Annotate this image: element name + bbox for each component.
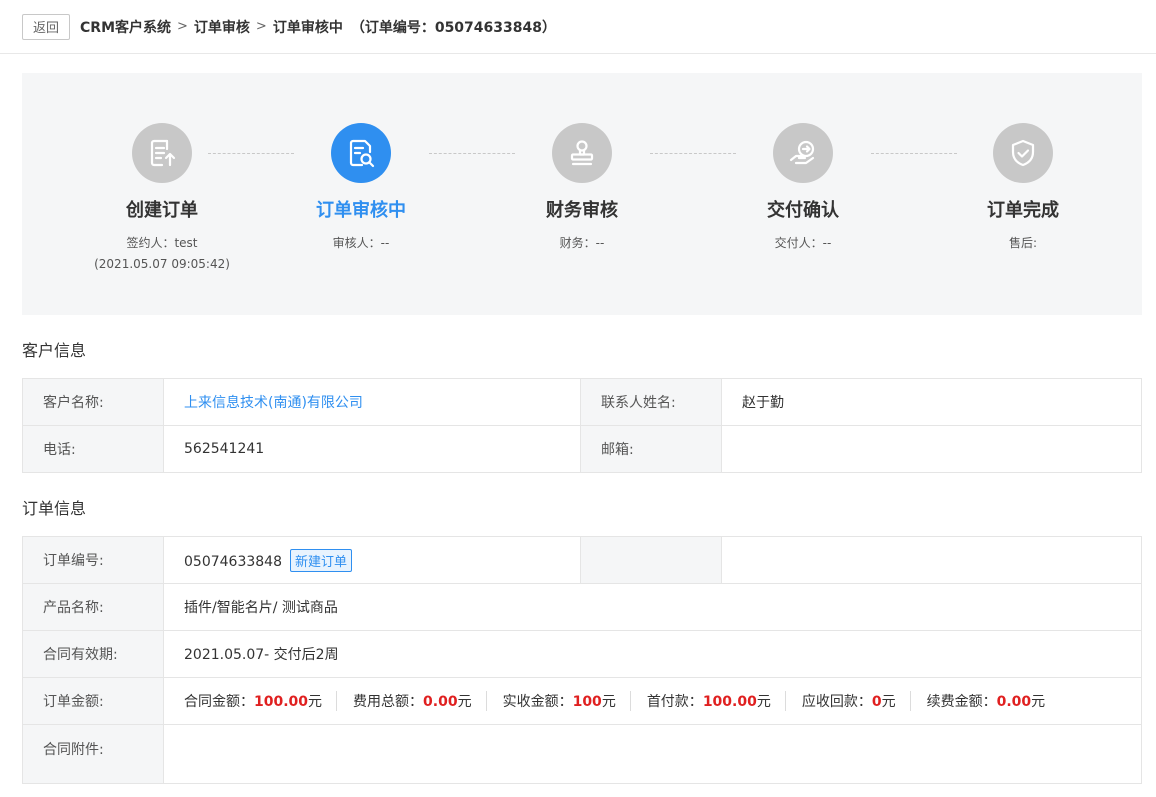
step-after-sales: 售后: [1008,236,1038,250]
order-number-value: 05074633848 [184,553,282,570]
amount-down-payment: 首付款：100.00元 [647,691,786,711]
order-section-title: 订单信息 [22,499,87,518]
table-row: 合同附件: [22,724,1142,784]
step-title: 交付确认 [767,200,839,221]
breadcrumb-order-number: （订单编号：05074633848） [350,19,556,36]
step-finance: 财务：-- [559,236,605,250]
empty-label-cell [580,536,722,584]
table-row: 产品名称: 插件/智能名片/ 测试商品 [22,583,1142,631]
contract-attachment-label: 合同附件: [22,724,164,784]
contact-name-value: 赵于勤 [721,378,1142,426]
breadcrumb-item-current: 订单审核中 [272,19,343,36]
document-search-icon [331,123,391,183]
step-create-order: 创建订单 签约人：test (2021.05.07 09:05:42) [77,123,247,275]
email-label: 邮箱: [580,425,722,473]
step-order-complete: 订单完成 售后: [938,123,1108,254]
step-title: 订单完成 [987,200,1059,221]
customer-name-label: 客户名称: [22,378,164,426]
order-info-table: 订单编号: 05074633848 新建订单 产品名称: 插件/智能名片/ 测试商… [22,536,1142,784]
table-row: 订单编号: 05074633848 新建订单 [22,536,1142,584]
product-name-value: 插件/智能名片/ 测试商品 [163,583,1142,631]
breadcrumb: CRM客户系统 > 订单审核 > 订单审核中 （订单编号：05074633848… [80,17,556,37]
amount-fee-total: 费用总额：0.00元 [353,691,487,711]
chevron-right-icon: > [255,19,267,34]
step-finance-review: 财务审核 财务：-- [497,123,667,254]
table-row: 客户名称: 上来信息技术(南通)有限公司 联系人姓名: 赵于勤 [22,378,1142,426]
email-value [721,425,1142,473]
step-title: 财务审核 [546,200,618,221]
order-number-label: 订单编号: [22,536,164,584]
phone-label: 电话: [22,425,164,473]
step-title: 订单审核中 [316,200,406,221]
empty-value-cell [721,536,1142,584]
step-reviewer: 审核人：-- [332,236,390,250]
hand-transfer-icon [773,123,833,183]
contract-validity-label: 合同有效期: [22,630,164,678]
product-name-label: 产品名称: [22,583,164,631]
amount-renewal: 续费金额：0.00元 [926,694,1046,710]
breadcrumb-item-order-review[interactable]: 订单审核 [194,17,250,37]
step-title: 创建订单 [126,200,198,221]
document-upload-icon [132,123,192,183]
status-badge: 新建订单 [289,548,352,572]
contract-attachment-value [163,724,1142,784]
progress-steps: 创建订单 签约人：test (2021.05.07 09:05:42) 订单审核… [22,73,1142,315]
step-time: (2021.05.07 09:05:42) [94,257,230,271]
contact-name-label: 联系人姓名: [580,378,722,426]
step-deliverer: 交付人：-- [774,236,832,250]
order-amount-label: 订单金额: [22,677,164,725]
table-row: 合同有效期: 2021.05.07- 交付后2周 [22,630,1142,678]
amount-receivable: 应收回款：0元 [802,691,911,711]
customer-section-title: 客户信息 [22,341,87,360]
breadcrumb-item-crm[interactable]: CRM客户系统 [80,17,171,37]
table-row: 订单金额: 合同金额：100.00元 费用总额：0.00元 实收金额：100元 … [22,677,1142,725]
step-signer: 签约人：test [126,236,198,250]
step-order-review: 订单审核中 审核人：-- [276,123,446,254]
shield-check-icon [993,123,1053,183]
stamp-icon [552,123,612,183]
amount-received: 实收金额：100元 [503,691,631,711]
top-bar: 返回 CRM客户系统 > 订单审核 > 订单审核中 （订单编号：05074633… [0,0,1156,54]
step-delivery-confirm: 交付确认 交付人：-- [718,123,888,254]
chevron-right-icon: > [177,19,188,34]
back-button[interactable]: 返回 [22,13,71,40]
amount-contract: 合同金额：100.00元 [184,691,338,711]
contract-validity-value: 2021.05.07- 交付后2周 [163,630,1142,678]
customer-info-table: 客户名称: 上来信息技术(南通)有限公司 联系人姓名: 赵于勤 电话: 5625… [22,378,1142,473]
table-row: 电话: 562541241 邮箱: [22,425,1142,473]
customer-name-link[interactable]: 上来信息技术(南通)有限公司 [184,395,363,411]
phone-value: 562541241 [163,425,581,473]
amount-list: 合同金额：100.00元 费用总额：0.00元 实收金额：100元 首付款：10… [184,691,1121,711]
